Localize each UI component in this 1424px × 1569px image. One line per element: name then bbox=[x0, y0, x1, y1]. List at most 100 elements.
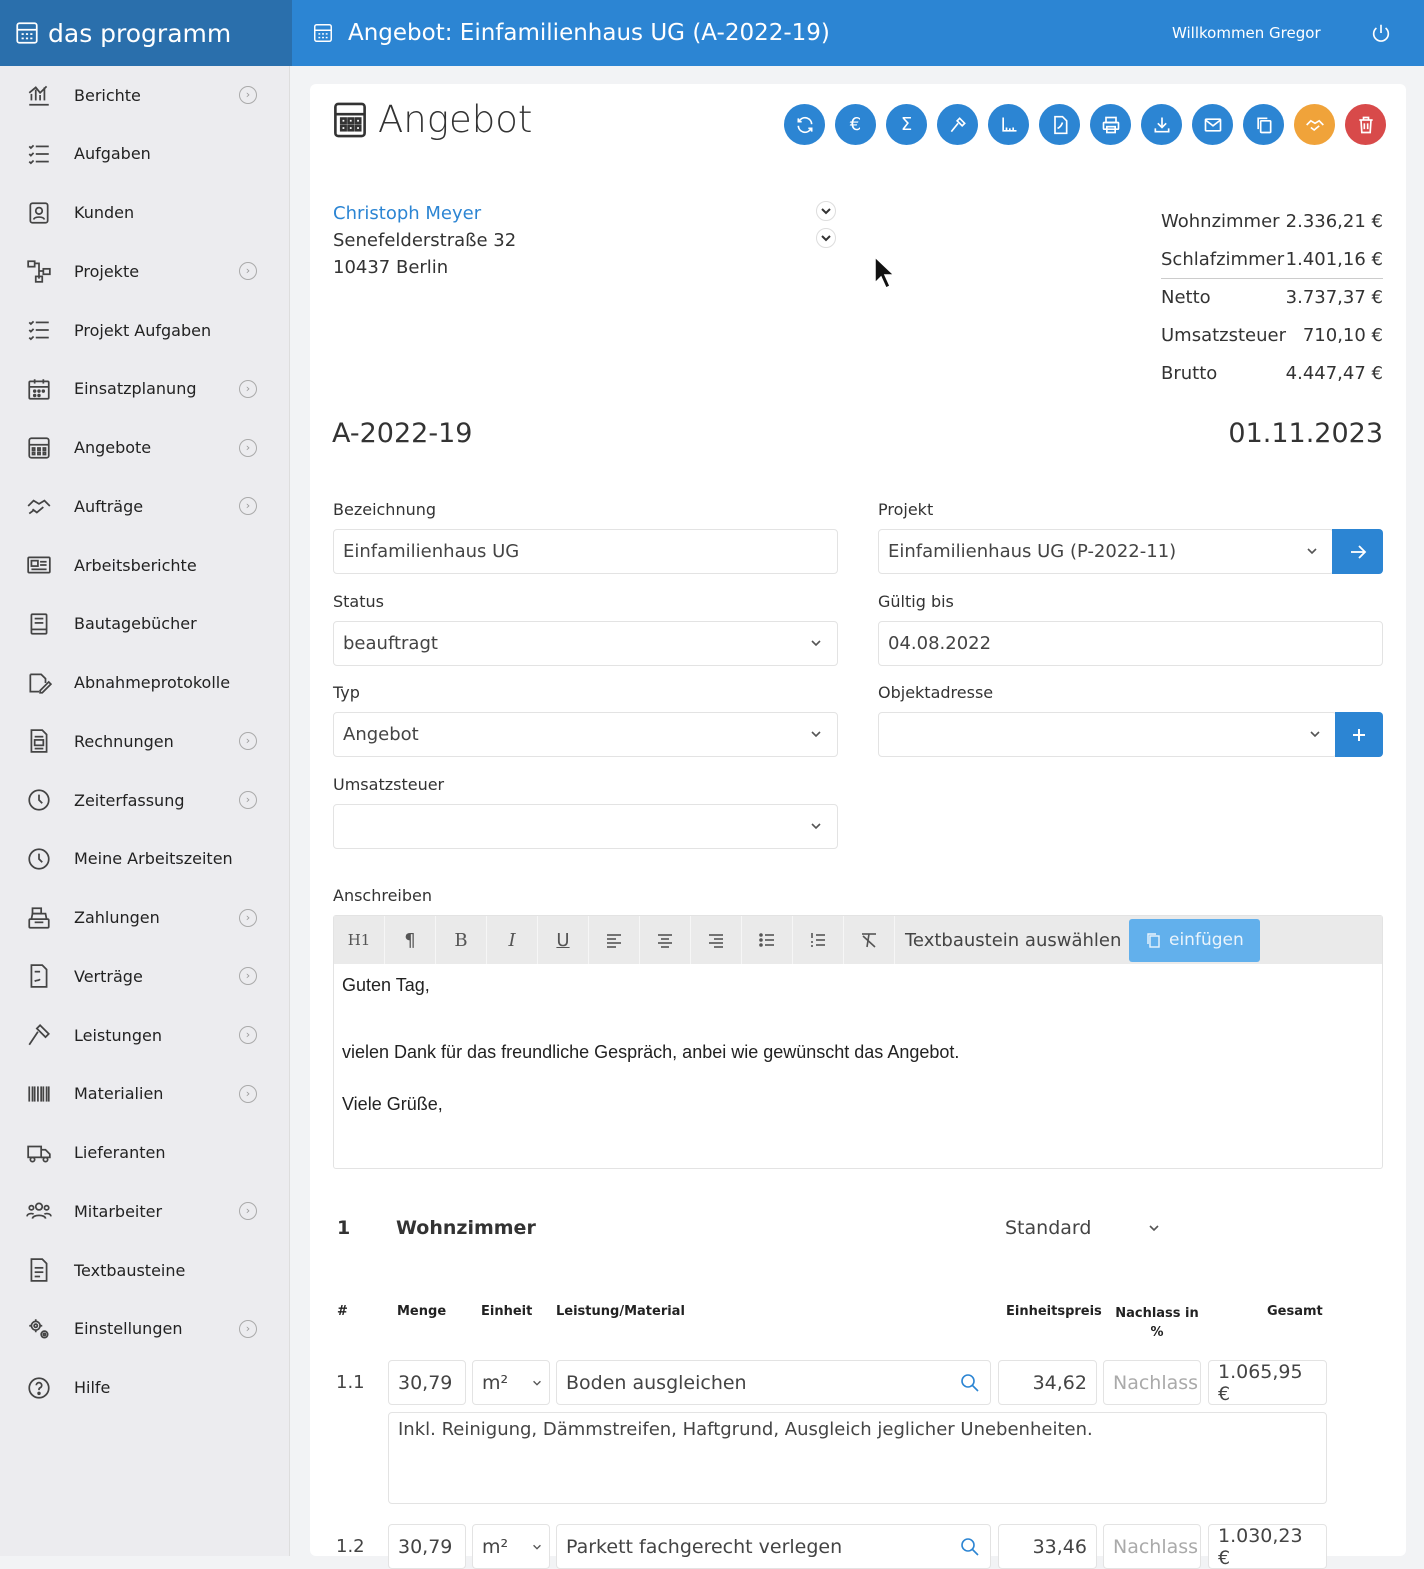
bezeichnung-input[interactable]: Einfamilienhaus UG bbox=[333, 529, 838, 574]
chevron-right-icon[interactable]: › bbox=[239, 86, 257, 104]
editor-content[interactable]: Guten Tag, vielen Dank für das freundlic… bbox=[342, 974, 959, 1115]
underline-button[interactable]: U bbox=[538, 916, 589, 964]
objektadresse-select[interactable] bbox=[878, 712, 1337, 757]
sidebar-item-materialien[interactable]: Materialien › bbox=[0, 1065, 290, 1123]
power-icon[interactable] bbox=[1370, 22, 1392, 44]
sidebar-item-abnahmeprotokolle[interactable]: Abnahmeprotokolle bbox=[0, 654, 290, 712]
align-center-button[interactable] bbox=[640, 916, 691, 964]
sidebar-item-verträge[interactable]: Verträge › bbox=[0, 947, 290, 1005]
chevron-right-icon[interactable]: › bbox=[239, 497, 257, 516]
chevron-right-icon[interactable]: › bbox=[239, 1026, 257, 1044]
sidebar-item-textbausteine[interactable]: Textbausteine bbox=[0, 1241, 290, 1299]
chevron-right-icon[interactable]: › bbox=[239, 908, 257, 927]
menge-input[interactable]: 30,79 bbox=[388, 1360, 466, 1405]
sum-button[interactable]: Σ bbox=[886, 104, 927, 145]
delete-button[interactable] bbox=[1345, 104, 1386, 145]
typ-select[interactable]: Angebot bbox=[333, 712, 838, 757]
brand[interactable]: das programm bbox=[0, 0, 292, 66]
gueltig-input[interactable]: 04.08.2022 bbox=[878, 621, 1383, 666]
sidebar-item-berichte[interactable]: Berichte › bbox=[0, 66, 290, 124]
description-textarea[interactable]: Inkl. Reinigung, Dämmstreifen, Haftgrund… bbox=[388, 1412, 1327, 1504]
sidebar-item-meine-arbeitszeiten[interactable]: Meine Arbeitszeiten bbox=[0, 830, 290, 888]
insert-button[interactable]: einfügen bbox=[1129, 918, 1260, 962]
customer-toggle[interactable] bbox=[816, 201, 836, 221]
textbaustein-select[interactable]: Textbaustein auswählen bbox=[895, 916, 1129, 964]
address-toggle[interactable] bbox=[816, 228, 836, 248]
chevron-down-icon[interactable] bbox=[1147, 1221, 1161, 1235]
sidebar-item-mitarbeiter[interactable]: Mitarbeiter › bbox=[0, 1182, 290, 1240]
print-button[interactable] bbox=[1090, 104, 1131, 145]
sidebar-item-rechnungen[interactable]: Rechnungen › bbox=[0, 712, 290, 770]
chevron-right-icon[interactable]: › bbox=[239, 1319, 257, 1338]
chevron-right-icon[interactable]: › bbox=[239, 379, 257, 398]
refresh-button[interactable] bbox=[784, 104, 825, 145]
chevron-right-icon[interactable]: › bbox=[239, 791, 257, 809]
projekt-select[interactable]: Einfamilienhaus UG (P-2022-11) bbox=[878, 529, 1334, 574]
sidebar-item-einstellungen[interactable]: Einstellungen › bbox=[0, 1300, 290, 1358]
section-mode-select[interactable]: Standard bbox=[1005, 1217, 1091, 1239]
download-button[interactable] bbox=[1141, 104, 1182, 145]
align-left-button[interactable] bbox=[589, 916, 640, 964]
sidebar-item-zahlungen[interactable]: Zahlungen › bbox=[0, 889, 290, 947]
paragraph-button[interactable]: ¶ bbox=[385, 916, 436, 964]
italic-icon: I bbox=[508, 929, 516, 951]
sidebar-item-aufträge[interactable]: Aufträge › bbox=[0, 477, 290, 535]
umsatzsteuer-select[interactable] bbox=[333, 804, 838, 849]
chevron-right-icon[interactable]: › bbox=[239, 262, 257, 281]
section-title[interactable]: Wohnzimmer bbox=[396, 1217, 536, 1239]
menge-input[interactable]: 30,79 bbox=[388, 1524, 466, 1569]
einheit-select[interactable]: m² bbox=[472, 1524, 550, 1569]
euro-button[interactable]: € bbox=[835, 104, 876, 145]
order-button[interactable] bbox=[1294, 104, 1335, 145]
open-project-button[interactable] bbox=[1332, 529, 1383, 574]
bullet-list-button[interactable] bbox=[742, 916, 793, 964]
status-select[interactable]: beauftragt bbox=[333, 621, 838, 666]
bold-button[interactable]: B bbox=[436, 916, 487, 964]
nachlass-input[interactable]: Nachlass bbox=[1103, 1524, 1201, 1569]
chevron-right-icon[interactable]: › bbox=[239, 967, 257, 986]
sidebar-item-hilfe[interactable]: Hilfe bbox=[0, 1359, 290, 1417]
sidebar-item-label: Berichte bbox=[74, 85, 141, 105]
numbered-list-button[interactable] bbox=[793, 916, 844, 964]
chevron-right-icon[interactable]: › bbox=[239, 1202, 257, 1221]
align-right-button[interactable] bbox=[691, 916, 742, 964]
clear-format-button[interactable] bbox=[844, 916, 895, 964]
italic-button[interactable]: I bbox=[487, 916, 538, 964]
email-button[interactable] bbox=[1192, 104, 1233, 145]
search-icon[interactable] bbox=[960, 1537, 980, 1557]
chevron-right-icon[interactable]: › bbox=[239, 732, 257, 751]
sidebar-item-angebote[interactable]: Angebote › bbox=[0, 419, 290, 477]
calculator-icon bbox=[16, 22, 38, 44]
add-address-button[interactable] bbox=[1335, 712, 1383, 757]
sidebar-item-projekte[interactable]: Projekte › bbox=[0, 242, 290, 300]
hammer-button[interactable] bbox=[937, 104, 978, 145]
sidebar-item-bautagebücher[interactable]: Bautagebücher bbox=[0, 595, 290, 653]
search-icon[interactable] bbox=[960, 1373, 980, 1393]
align-left-icon bbox=[607, 934, 621, 948]
sidebar-item-leistungen[interactable]: Leistungen › bbox=[0, 1006, 290, 1064]
letter-editor[interactable]: H1 ¶ B I U Textbaustein auswählen einfüg… bbox=[333, 915, 1383, 1169]
sidebar-item-kunden[interactable]: Kunden bbox=[0, 184, 290, 242]
customer-name-link[interactable]: Christoph Meyer bbox=[333, 200, 516, 227]
sidebar-item-projekt-aufgaben[interactable]: Projekt Aufgaben bbox=[0, 301, 290, 359]
nachlass-input[interactable]: Nachlass bbox=[1103, 1360, 1201, 1405]
sidebar-item-aufgaben[interactable]: Aufgaben bbox=[0, 125, 290, 183]
gesamt-value: 1.030,23 € bbox=[1208, 1524, 1327, 1569]
einheitspreis-input[interactable]: 33,46 bbox=[998, 1524, 1097, 1569]
sidebar-item-lieferanten[interactable]: Lieferanten bbox=[0, 1124, 290, 1182]
pdf-button[interactable] bbox=[1039, 104, 1080, 145]
heading-button[interactable]: H1 bbox=[334, 916, 385, 964]
chevron-right-icon[interactable]: › bbox=[239, 1084, 257, 1103]
measure-button[interactable] bbox=[988, 104, 1029, 145]
sidebar-item-arbeitsberichte[interactable]: Arbeitsberichte bbox=[0, 536, 290, 594]
ruler-icon bbox=[1001, 117, 1016, 132]
heading-text: Angebot bbox=[378, 98, 533, 141]
chevron-right-icon[interactable]: › bbox=[239, 438, 257, 457]
einheit-select[interactable]: m² bbox=[472, 1360, 550, 1405]
einheitspreis-input[interactable]: 34,62 bbox=[998, 1360, 1097, 1405]
sidebar-item-zeiterfassung[interactable]: Zeiterfassung › bbox=[0, 771, 290, 829]
sidebar-item-einsatzplanung[interactable]: Einsatzplanung › bbox=[0, 360, 290, 418]
leistung-input[interactable]: Boden ausgleichen bbox=[556, 1360, 991, 1405]
leistung-input[interactable]: Parkett fachgerecht verlegen bbox=[556, 1524, 991, 1569]
copy-button[interactable] bbox=[1243, 104, 1284, 145]
